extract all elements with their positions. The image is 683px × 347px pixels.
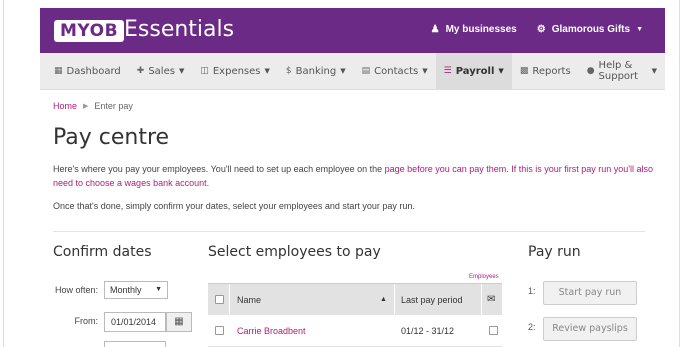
- chevron-down-icon: ▼: [340, 67, 346, 75]
- nav-label: Dashboard: [66, 65, 121, 77]
- to-date-input[interactable]: [104, 341, 166, 347]
- chevron-right-icon: ▶: [83, 103, 89, 110]
- nav-label: Payroll: [455, 65, 495, 77]
- money-icon: ◫: [200, 66, 209, 76]
- name-column-header[interactable]: Name: [237, 284, 261, 316]
- left-gutter: [0, 0, 4, 347]
- column-divider: [229, 284, 230, 316]
- breadcrumb: Home ▶ Enter pay: [53, 101, 133, 112]
- chevron-down-icon: ▼: [264, 67, 270, 75]
- select-employees-title: Select employees to pay: [208, 244, 381, 260]
- book-icon: ▤: [361, 66, 371, 76]
- nav-dashboard[interactable]: ▦ Dashboard: [46, 53, 129, 89]
- how-often-select[interactable]: Monthly ▼: [104, 281, 168, 299]
- nav-help[interactable]: ● Help & Support ▼: [579, 53, 665, 89]
- envelope-icon: ✉: [487, 294, 496, 305]
- from-label: From:: [74, 316, 99, 326]
- review-payslips-button[interactable]: Review payslips: [543, 317, 637, 341]
- intro-part1: Here's where you pay your employees. You…: [53, 164, 385, 174]
- nav-sales[interactable]: ✚ Sales ▼: [129, 53, 193, 89]
- nav-expenses[interactable]: ◫ Expenses ▼: [192, 53, 278, 89]
- employees-link[interactable]: Employees: [469, 274, 499, 280]
- nav-label: Reports: [532, 65, 571, 77]
- app-frame: MYOB Essentials ♟ My businesses ⚙ Glamor…: [0, 0, 683, 347]
- product-name: Essentials: [124, 17, 235, 42]
- step-number: 2:: [528, 322, 536, 332]
- pay-run-title: Pay run: [528, 244, 581, 260]
- chevron-down-icon: ▼: [422, 67, 428, 75]
- my-businesses-link[interactable]: ♟ My businesses: [431, 24, 517, 35]
- nav-contacts[interactable]: ▤ Contacts ▼: [354, 53, 436, 89]
- breadcrumb-current: Enter pay: [94, 101, 133, 111]
- how-often-value: Monthly: [110, 285, 142, 295]
- calendar-icon[interactable]: ▦: [166, 312, 192, 332]
- right-gutter: [679, 0, 683, 347]
- nav-label: Sales: [148, 65, 175, 77]
- nav-label: Contacts: [374, 65, 419, 77]
- chevron-down-icon: ▼: [636, 26, 643, 33]
- breadcrumb-home[interactable]: Home: [53, 101, 77, 112]
- main-nav: ▦ Dashboard ✚ Sales ▼ ◫ Expenses ▼ $ Ban…: [40, 53, 665, 90]
- gear-icon: ⚙: [536, 24, 546, 35]
- chevron-down-icon: ▼: [498, 67, 504, 75]
- chart-icon: ▩: [519, 66, 529, 76]
- select-all-checkbox[interactable]: [215, 295, 224, 304]
- myob-logo[interactable]: MYOB: [54, 20, 125, 42]
- column-divider: [481, 284, 482, 316]
- user-icon: ♟: [430, 24, 440, 35]
- column-divider: [394, 284, 395, 316]
- row-checkbox[interactable]: [215, 326, 224, 335]
- how-often-label: How often:: [54, 285, 98, 295]
- plus-icon: ✚: [136, 66, 145, 76]
- instructions-text: Once that's done, simply confirm your da…: [53, 201, 415, 211]
- nav-label: Banking: [295, 65, 337, 77]
- last-pay-period-header[interactable]: Last pay period: [401, 284, 463, 316]
- list-icon: ☰: [443, 66, 452, 76]
- dashboard-icon: ▦: [54, 66, 63, 76]
- step-number: 1:: [528, 286, 536, 296]
- email-payslip-checkbox[interactable]: [489, 326, 498, 335]
- sort-asc-icon[interactable]: ▲: [380, 284, 387, 316]
- divider: [53, 231, 645, 232]
- employee-page-link[interactable]: page before you can pay them.: [385, 164, 509, 174]
- page-title: Pay centre: [53, 125, 170, 150]
- chevron-down-icon: ▼: [178, 67, 185, 75]
- employee-name[interactable]: Carrie Broadbent: [237, 315, 306, 347]
- table-header: Name ▲ Last pay period ✉: [208, 283, 502, 316]
- intro-text: Here's where you pay your employees. You…: [53, 162, 658, 190]
- from-date-input[interactable]: 01/01/2014: [104, 312, 166, 332]
- dollar-icon: $: [285, 66, 292, 76]
- chevron-down-icon: ▼: [651, 67, 657, 75]
- confirm-dates-title: Confirm dates: [53, 244, 152, 260]
- nav-payroll[interactable]: ☰ Payroll ▼: [435, 53, 512, 89]
- nav-reports[interactable]: ▩ Reports: [512, 53, 579, 89]
- chevron-down-icon: ▼: [155, 286, 162, 293]
- table-row[interactable]: Carrie Broadbent 01/12 - 31/12: [208, 315, 502, 347]
- nav-label: Help & Support: [598, 60, 639, 82]
- start-pay-run-button[interactable]: Start pay run: [543, 281, 637, 305]
- nav-label: Expenses: [212, 65, 261, 77]
- top-bar: MYOB Essentials ♟ My businesses ⚙ Glamor…: [40, 8, 665, 53]
- business-menu[interactable]: ⚙ Glamorous Gifts ▼: [537, 24, 643, 35]
- chat-icon: ●: [586, 66, 595, 76]
- my-businesses-label: My businesses: [445, 24, 517, 35]
- last-pay-period: 01/12 - 31/12: [401, 326, 455, 336]
- top-right-menu: ♟ My businesses ⚙ Glamorous Gifts ▼: [431, 24, 643, 35]
- business-name: Glamorous Gifts: [551, 24, 631, 35]
- main-content: Home ▶ Enter pay Pay centre Here's where…: [40, 90, 665, 347]
- nav-banking[interactable]: $ Banking ▼: [278, 53, 354, 89]
